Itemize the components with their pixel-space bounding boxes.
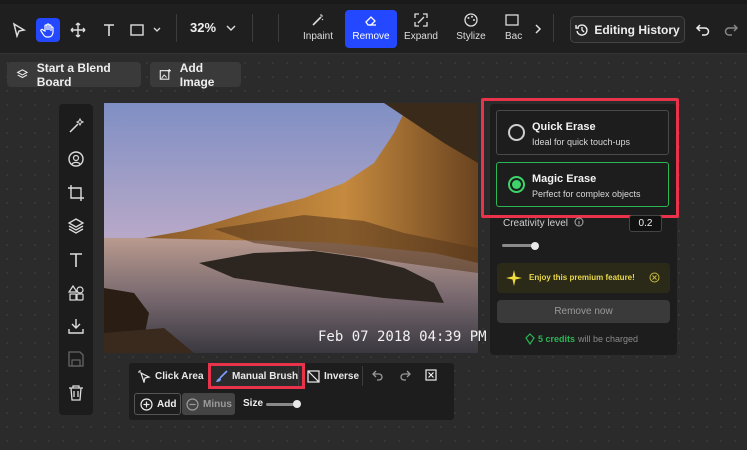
click-area-label: Click Area xyxy=(155,370,204,382)
layers-icon xyxy=(16,69,29,79)
redo-icon[interactable] xyxy=(397,366,413,384)
mode-inpaint[interactable]: Inpaint xyxy=(292,10,344,48)
mode-remove[interactable]: Remove xyxy=(345,10,397,48)
chevron-right-icon[interactable] xyxy=(526,17,550,41)
eraser-icon xyxy=(365,16,376,26)
size-slider-track[interactable] xyxy=(266,403,296,406)
add-image-label: Add Image xyxy=(179,60,215,89)
mode-label: Bac xyxy=(505,31,523,42)
left-sidebar xyxy=(59,104,93,415)
layers-icon[interactable] xyxy=(66,216,86,236)
palette-icon xyxy=(464,13,478,27)
zoom-control[interactable]: 32% xyxy=(190,20,236,35)
manual-brush-label: Manual Brush xyxy=(232,370,299,382)
credits-amount: 5 credits xyxy=(538,334,576,344)
creativity-value-input[interactable]: 0.2 xyxy=(629,215,662,232)
remove-now-button[interactable]: Remove now xyxy=(497,300,670,323)
click-area-icon xyxy=(138,370,151,383)
add-image-icon xyxy=(159,68,171,80)
inverse-label: Inverse xyxy=(324,370,360,382)
select-tool-icon[interactable] xyxy=(7,18,31,42)
highlight-annotation xyxy=(481,98,679,218)
save-icon[interactable] xyxy=(66,349,86,369)
trash-icon[interactable] xyxy=(66,383,86,403)
mode-label: Remove xyxy=(352,31,390,42)
history-label: Editing History xyxy=(594,22,680,37)
add-label: Add xyxy=(157,398,177,410)
start-blend-board-button[interactable]: Start a Blend Board xyxy=(7,60,141,89)
toolbar-divider xyxy=(278,14,279,42)
minus-circle-icon xyxy=(186,397,199,411)
click-area-button[interactable]: Click Area xyxy=(138,366,204,386)
sparkle-icon xyxy=(506,270,522,286)
face-icon[interactable] xyxy=(66,149,86,169)
diamond-icon xyxy=(525,333,535,345)
credits-text: will be charged xyxy=(578,334,639,344)
creativity-label-row: Creativity level xyxy=(503,217,584,229)
chevron-down-icon xyxy=(226,25,236,31)
info-icon[interactable] xyxy=(574,217,584,227)
credits-notice: 5 credits will be charged xyxy=(525,333,638,345)
premium-text: Enjoy this premium feature! xyxy=(529,273,635,282)
toolbar-divider xyxy=(298,366,299,386)
mode-label: Inpaint xyxy=(302,31,334,42)
creativity-label: Creativity level xyxy=(503,218,569,229)
shapes-icon[interactable] xyxy=(66,283,86,303)
add-brush-button[interactable]: Add xyxy=(134,393,181,415)
blend-board-label: Start a Blend Board xyxy=(36,60,111,89)
move-tool-icon[interactable] xyxy=(66,18,90,42)
top-toolbar: 32% Inpaint Remove Expand Stylize Bac Ed… xyxy=(0,0,747,54)
history-icon xyxy=(575,23,588,36)
toolbar-divider xyxy=(252,14,253,42)
plus-circle-icon xyxy=(140,397,153,411)
photo-timestamp: Feb 07 2018 04:39 PM xyxy=(318,329,487,345)
minus-brush-button[interactable]: Minus xyxy=(182,393,235,415)
close-icon[interactable] xyxy=(649,272,660,283)
magic-wand-icon xyxy=(312,14,324,26)
canvas-image[interactable] xyxy=(104,103,478,353)
crop-icon[interactable] xyxy=(66,183,86,203)
editing-history-button[interactable]: Editing History xyxy=(570,16,685,43)
text-icon[interactable] xyxy=(66,250,86,270)
ai-sparkle-icon[interactable] xyxy=(66,116,86,136)
brush-icon xyxy=(216,369,228,382)
add-image-button[interactable]: Add Image xyxy=(150,60,241,89)
size-label: Size xyxy=(243,398,264,409)
shape-tool-icon[interactable] xyxy=(128,18,168,42)
size-slider-knob[interactable] xyxy=(293,400,301,408)
background-icon xyxy=(505,14,519,26)
inverse-button[interactable]: Inverse xyxy=(307,366,359,386)
coastal-sunset-photo xyxy=(104,103,478,353)
toolbar-divider xyxy=(362,366,363,386)
close-icon[interactable] xyxy=(423,366,439,384)
mode-stylize[interactable]: Stylize xyxy=(445,10,497,48)
expand-icon xyxy=(414,13,428,27)
hand-tool-icon[interactable] xyxy=(36,18,60,42)
inverse-icon xyxy=(307,369,320,383)
zoom-value: 32% xyxy=(190,20,217,35)
mode-expand[interactable]: Expand xyxy=(395,10,447,48)
mode-label: Expand xyxy=(404,31,438,42)
toolbar-divider xyxy=(176,14,177,42)
undo-icon[interactable] xyxy=(691,17,715,41)
mode-label: Stylize xyxy=(456,31,486,42)
download-icon[interactable] xyxy=(66,316,86,336)
creativity-slider-knob[interactable] xyxy=(531,242,539,250)
redo-icon[interactable] xyxy=(719,17,743,41)
window-strip xyxy=(0,0,747,4)
text-tool-icon[interactable] xyxy=(97,18,121,42)
premium-banner: Enjoy this premium feature! xyxy=(497,263,670,293)
undo-icon[interactable] xyxy=(370,366,386,384)
manual-brush-button[interactable]: Manual Brush xyxy=(208,363,306,389)
toolbar-divider xyxy=(553,14,554,42)
mode-background[interactable]: Bac xyxy=(495,10,525,48)
minus-label: Minus xyxy=(203,398,232,410)
